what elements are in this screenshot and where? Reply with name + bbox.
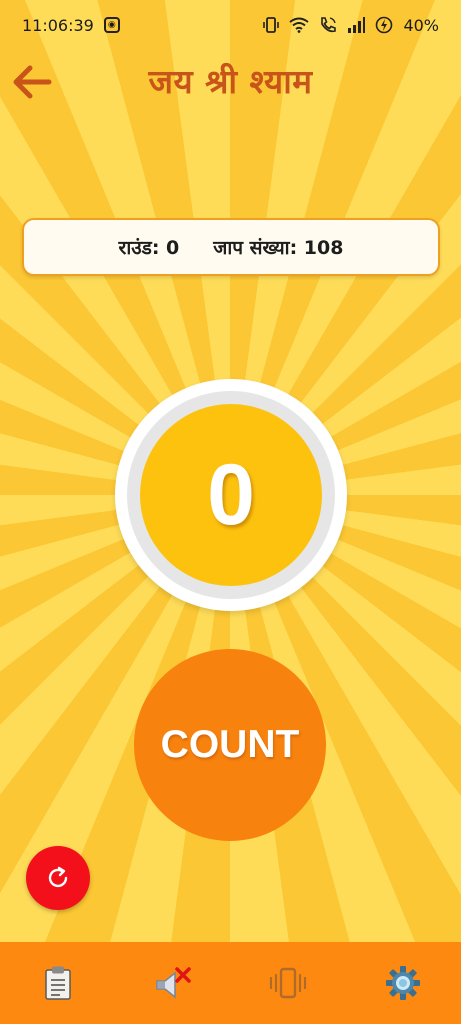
battery-charging-icon <box>376 16 393 34</box>
bottom-toolbar <box>0 942 461 1024</box>
round-count-label: राउंड: 0 <box>118 237 180 259</box>
vibration-icon <box>270 967 307 999</box>
counter-dial: 0 <box>115 379 347 611</box>
reset-button[interactable] <box>26 846 90 910</box>
sound-toggle-button[interactable] <box>143 953 203 1013</box>
settings-button[interactable] <box>373 953 433 1013</box>
sound-off-icon <box>156 967 191 999</box>
jaap-info-card: राउंड: 0 जाप संख्या: 108 <box>22 218 440 276</box>
vibration-toggle-button[interactable] <box>258 953 318 1013</box>
jaap-total-label: जाप संख्या: 108 <box>213 237 344 259</box>
count-button-label: COUNT <box>160 723 300 766</box>
settings-gear-icon <box>386 966 421 1000</box>
signal-icon <box>348 17 366 33</box>
status-time: 11:06:39 <box>22 15 94 35</box>
history-button[interactable] <box>28 953 88 1013</box>
count-button[interactable]: COUNT <box>134 649 326 841</box>
wifi-icon <box>289 17 310 33</box>
counter-value: 0 <box>207 446 255 543</box>
vibrate-icon <box>263 17 280 33</box>
page-title: जय श्री श्याम <box>148 62 313 101</box>
refresh-icon <box>48 866 68 888</box>
clipboard-icon <box>44 966 71 1000</box>
app-header: जय श्री श्याम <box>0 52 461 112</box>
battery-percent: 40% <box>403 15 439 35</box>
counter-display: 0 <box>140 404 322 586</box>
app-notification-icon: ◉ <box>103 17 120 33</box>
counter-ring: 0 <box>127 391 335 599</box>
wifi-call-icon <box>321 17 337 33</box>
status-bar: 11:06:39 ◉ 40% <box>0 0 461 50</box>
